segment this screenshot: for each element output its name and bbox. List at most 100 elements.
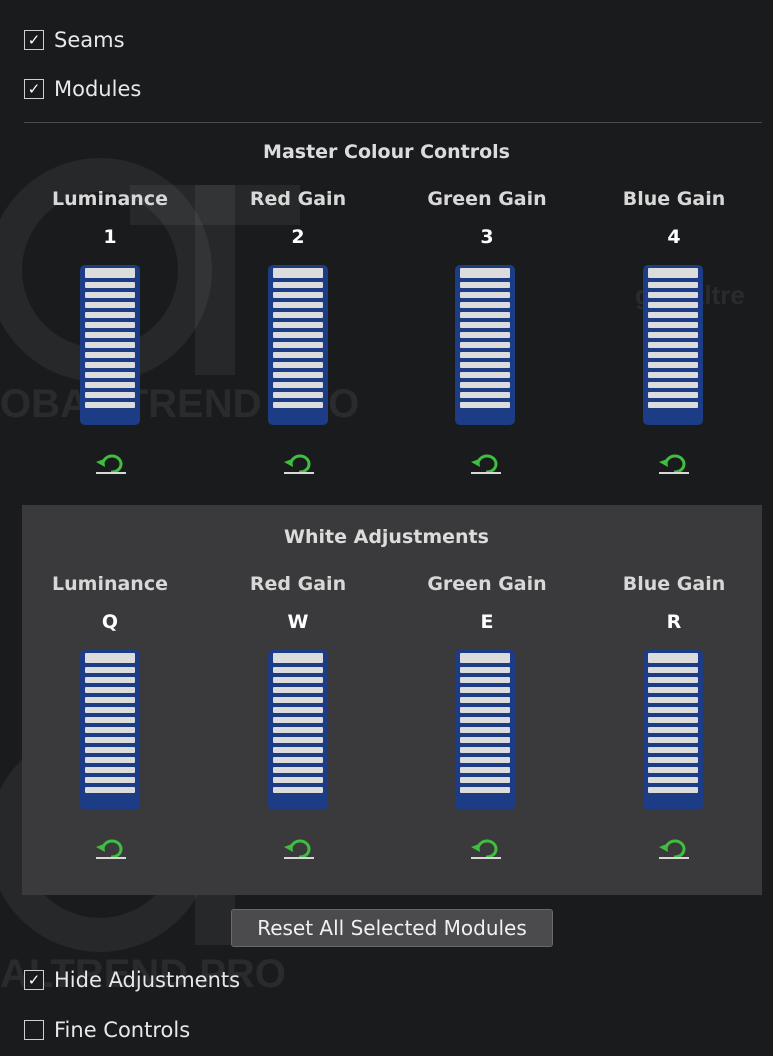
reset-arrow-icon[interactable] (281, 450, 317, 476)
reset-all-selected-modules-button[interactable]: Reset All Selected Modules (231, 909, 553, 947)
slider-rung (273, 382, 323, 388)
hide-adjustments-checkbox-row[interactable]: ✓ Hide Adjustments (24, 967, 240, 993)
blue-gain-slider[interactable] (643, 265, 703, 425)
checkmark-icon: ✓ (27, 30, 41, 49)
reset-arrow-icon[interactable] (656, 835, 692, 861)
slider-rung (273, 372, 323, 378)
fine-controls-checkbox[interactable] (24, 1020, 44, 1040)
white-green-gain-slider[interactable] (455, 650, 515, 810)
fine-controls-label: Fine Controls (54, 1018, 191, 1042)
slider-rung (460, 302, 510, 308)
slider-rung (648, 667, 698, 673)
slider-rung (648, 392, 698, 398)
hide-adjustments-label: Hide Adjustments (54, 968, 241, 992)
slider-rung (648, 677, 698, 683)
slider-rung (648, 362, 698, 368)
slider-rung (460, 787, 510, 793)
channel-label: Green Gain (427, 573, 547, 595)
slider-rung (648, 727, 698, 733)
slider-rung (85, 322, 135, 328)
reset-arrow-icon[interactable] (281, 835, 317, 861)
slider-rung (460, 292, 510, 298)
slider-rung (460, 268, 510, 278)
red-gain-slider[interactable] (268, 265, 328, 425)
white-luminance-slider[interactable] (80, 650, 140, 810)
slider-rung (460, 282, 510, 288)
slider-rung (85, 787, 135, 793)
slider-rung (273, 667, 323, 673)
slider-rung (273, 737, 323, 743)
channel-shortcut-key: 1 (103, 226, 117, 248)
slider-rung (85, 727, 135, 733)
seams-checkbox[interactable]: ✓ (24, 30, 44, 50)
slider-rung (648, 707, 698, 713)
seams-checkbox-row[interactable]: ✓ Seams (24, 27, 125, 53)
slider-rung (273, 747, 323, 753)
channel-shortcut-key: Q (101, 611, 119, 633)
hide-adjustments-checkbox[interactable]: ✓ (24, 970, 44, 990)
master-channel-luminance: Luminance 1 (40, 188, 180, 248)
slider-rung (648, 268, 698, 278)
slider-rung (273, 402, 323, 408)
slider-rung (85, 757, 135, 763)
slider-rung (648, 302, 698, 308)
reset-arrow-icon[interactable] (656, 450, 692, 476)
slider-rung (85, 667, 135, 673)
slider-rung (273, 322, 323, 328)
slider-rung (273, 727, 323, 733)
slider-rung (648, 402, 698, 408)
channel-label: Green Gain (427, 188, 547, 210)
modules-label: Modules (54, 77, 142, 101)
slider-rung (460, 352, 510, 358)
divider (24, 122, 762, 123)
seams-label: Seams (54, 28, 125, 52)
slider-rung (273, 787, 323, 793)
slider-rung (648, 292, 698, 298)
slider-rung (273, 707, 323, 713)
reset-arrow-icon[interactable] (468, 835, 504, 861)
slider-rung (460, 697, 510, 703)
green-gain-slider[interactable] (455, 265, 515, 425)
modules-checkbox[interactable]: ✓ (24, 79, 44, 99)
slider-rung (648, 352, 698, 358)
channel-label: Blue Gain (622, 188, 726, 210)
fine-controls-checkbox-row[interactable]: Fine Controls (24, 1017, 190, 1043)
white-blue-gain-slider[interactable] (643, 650, 703, 810)
slider-rung (273, 653, 323, 663)
slider-rung (460, 767, 510, 773)
slider-rung (85, 747, 135, 753)
slider-rung (460, 687, 510, 693)
slider-rung (648, 767, 698, 773)
slider-rung (273, 332, 323, 338)
white-channel-luminance: Luminance Q (40, 573, 180, 633)
slider-rung (460, 372, 510, 378)
slider-rung (85, 332, 135, 338)
slider-rung (273, 777, 323, 783)
slider-rung (85, 282, 135, 288)
reset-arrow-icon[interactable] (93, 450, 129, 476)
slider-rung (85, 717, 135, 723)
master-channel-green-gain: Green Gain 3 (417, 188, 557, 248)
white-channel-blue-gain: Blue Gain R (604, 573, 744, 633)
slider-rung (85, 292, 135, 298)
channel-shortcut-key: R (666, 611, 682, 633)
reset-arrow-icon[interactable] (93, 835, 129, 861)
white-channel-green-gain: Green Gain E (417, 573, 557, 633)
slider-rung (460, 727, 510, 733)
luminance-slider[interactable] (80, 265, 140, 425)
white-red-gain-slider[interactable] (268, 650, 328, 810)
master-colour-controls-title: Master Colour Controls (263, 141, 510, 163)
master-channel-red-gain: Red Gain 2 (228, 188, 368, 248)
slider-rung (85, 767, 135, 773)
slider-rung (648, 382, 698, 388)
slider-rung (460, 402, 510, 408)
slider-rung (648, 653, 698, 663)
modules-checkbox-row[interactable]: ✓ Modules (24, 76, 141, 102)
channel-label: Luminance (52, 188, 168, 210)
slider-rung (273, 767, 323, 773)
slider-rung (273, 362, 323, 368)
slider-rung (85, 392, 135, 398)
reset-arrow-icon[interactable] (468, 450, 504, 476)
channel-shortcut-key: 2 (291, 226, 305, 248)
slider-rung (648, 372, 698, 378)
